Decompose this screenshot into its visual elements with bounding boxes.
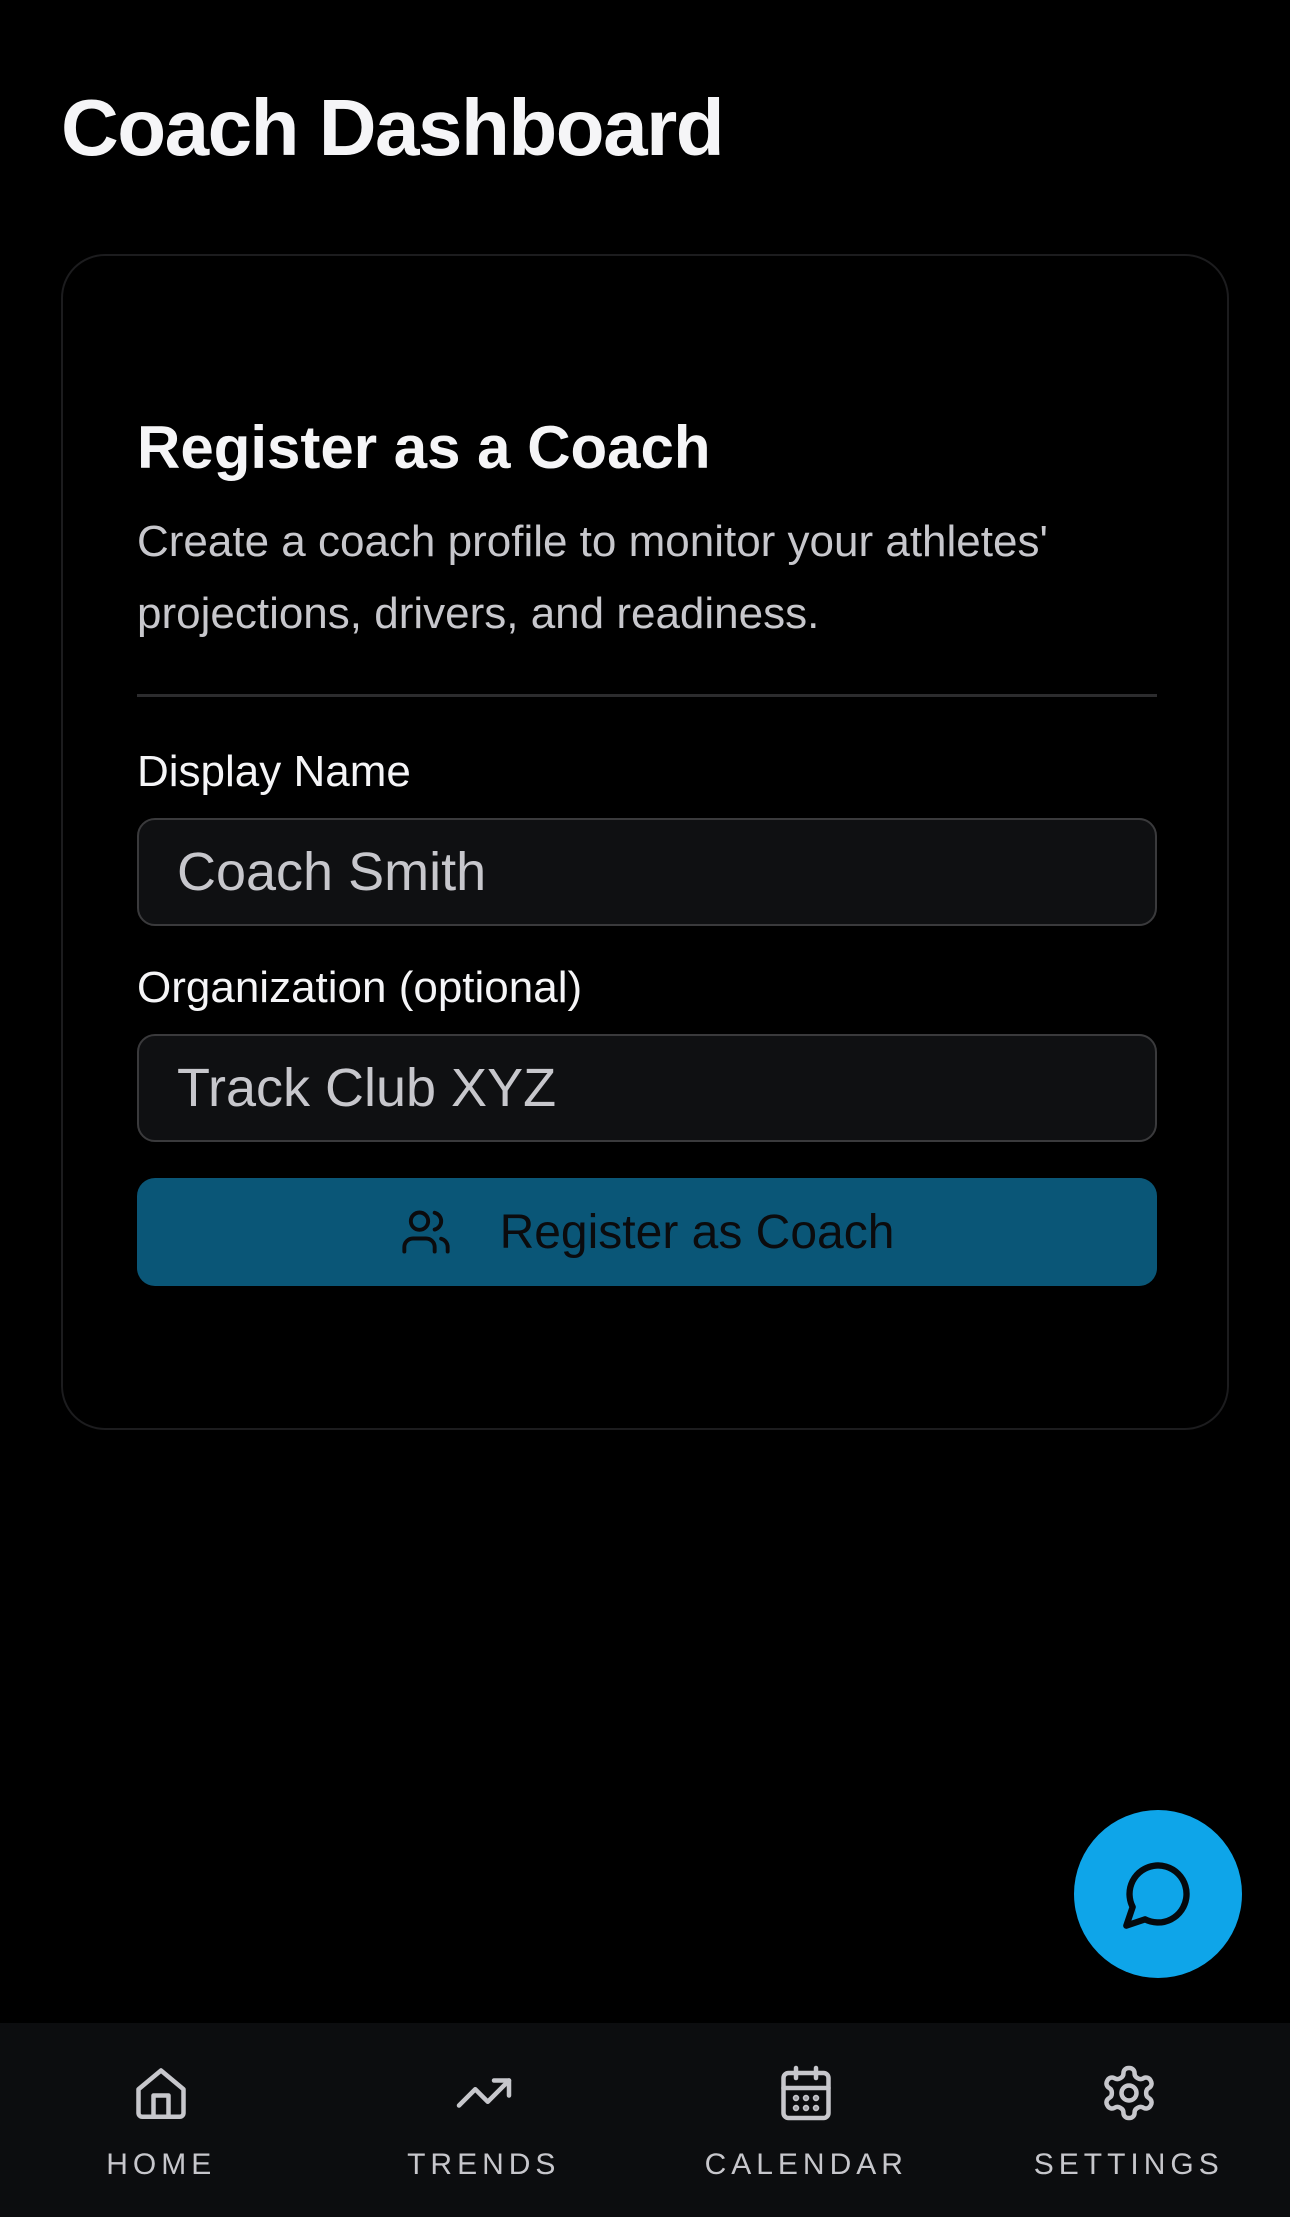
card-description: Create a coach profile to monitor your a… [137, 517, 1048, 638]
display-name-input[interactable] [137, 818, 1157, 926]
page-title: Coach Dashboard [61, 83, 725, 172]
nav-label-trends: TRENDS [407, 2148, 561, 2181]
organization-label: Organization (optional) [137, 963, 583, 1012]
nav-item-calendar[interactable]: CALENDAR [645, 2023, 968, 2217]
gear-icon [1103, 2065, 1154, 2121]
bottom-nav: HOME TRENDS CALENDAR SETTINGS [0, 2023, 1290, 2217]
register-coach-card: Register as a Coach Create a coach profi… [61, 254, 1229, 1430]
nav-label-settings: SETTINGS [1033, 2148, 1224, 2181]
chat-fab-button[interactable] [1074, 1810, 1242, 1978]
users-icon [400, 1206, 452, 1258]
nav-label-home: HOME [106, 2148, 217, 2181]
home-icon [136, 2068, 186, 2119]
nav-label-calendar: CALENDAR [704, 2148, 908, 2181]
nav-item-settings[interactable]: SETTINGS [968, 2023, 1290, 2217]
trending-up-icon [456, 2078, 511, 2108]
coach-dashboard-screen: Coach Dashboard Register as a Coach Crea… [0, 0, 1290, 2217]
register-as-coach-button[interactable]: Register as Coach [137, 1178, 1157, 1286]
nav-item-home[interactable]: HOME [0, 2023, 323, 2217]
calendar-icon [781, 2065, 831, 2121]
card-title: Register as a Coach [137, 414, 711, 481]
organization-input[interactable] [137, 1034, 1157, 1142]
chat-bubble-icon [1123, 1862, 1190, 1929]
display-name-label: Display Name [137, 747, 411, 796]
divider [137, 694, 1157, 697]
register-button-label: Register as Coach [499, 1205, 895, 1259]
nav-item-trends[interactable]: TRENDS [323, 2023, 646, 2217]
